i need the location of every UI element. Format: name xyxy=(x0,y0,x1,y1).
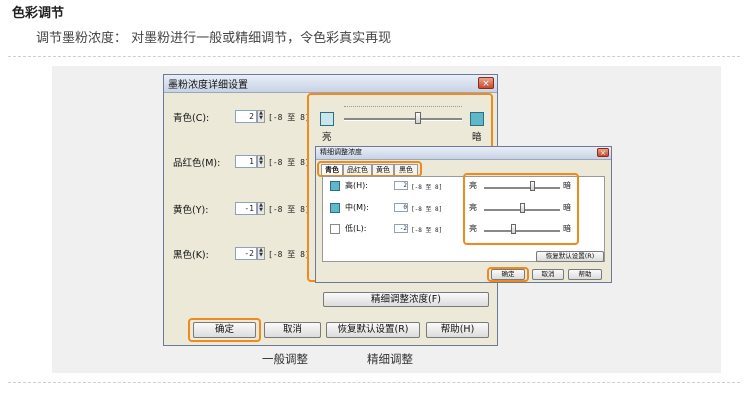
mid-label: 中(M): xyxy=(345,203,369,212)
close-button[interactable]: × xyxy=(478,77,494,89)
yellow-label: 黄色(Y): xyxy=(173,205,209,216)
high-slider-thumb[interactable] xyxy=(529,181,535,191)
fine-close-button[interactable]: × xyxy=(597,148,609,157)
section-description: 调节墨粉浓度： 对墨粉进行一般或精细调节，令色彩真实再现 xyxy=(36,31,392,46)
caption-fine: 精细调整 xyxy=(367,352,413,366)
dialog-title: 墨粉浓度详细设置 xyxy=(168,80,248,91)
magenta-spin-input[interactable]: 1 xyxy=(235,155,257,168)
tab-magenta[interactable]: 品红色 xyxy=(343,164,372,175)
low-slider-track[interactable] xyxy=(484,230,560,233)
caption-general: 一般调整 xyxy=(262,352,308,366)
spin-down-icon: ▼ xyxy=(259,115,263,121)
high-label: 高(H): xyxy=(345,181,368,190)
mid-range: [-8 至 8] xyxy=(411,206,443,213)
section-title: 色彩调节 xyxy=(12,6,65,21)
low-dark-label: 暗 xyxy=(563,224,571,233)
tab-black[interactable]: 黑色 xyxy=(394,164,418,175)
tab-yellow[interactable]: 黄色 xyxy=(372,164,394,175)
fine-dialog-title: 精细调整浓度 xyxy=(320,148,362,156)
cyan-spin-input[interactable]: 2 xyxy=(235,110,257,123)
light-label: 亮 xyxy=(322,132,332,143)
yellow-spin-input[interactable]: -1 xyxy=(235,202,257,215)
mid-light-label: 亮 xyxy=(469,203,477,212)
high-light-label: 亮 xyxy=(469,181,477,190)
spin-down-icon: ▼ xyxy=(259,207,263,213)
high-slider-track[interactable] xyxy=(484,187,560,190)
dialog-titlebar: 墨粉浓度详细设置 × xyxy=(164,75,497,93)
mid-slider-thumb[interactable] xyxy=(520,203,525,213)
help-button[interactable]: 帮助(H) xyxy=(426,322,489,338)
dark-label: 暗 xyxy=(472,132,482,143)
spin-down-icon: ▼ xyxy=(259,252,263,258)
black-range: [-8 至 8] xyxy=(268,250,310,259)
ok-button[interactable]: 确定 xyxy=(193,322,256,338)
cyan-range: [-8 至 8] xyxy=(268,113,310,122)
black-label: 黑色(K): xyxy=(173,250,209,261)
low-slider-thumb[interactable] xyxy=(510,224,516,234)
fine-help-button[interactable]: 帮助 xyxy=(568,269,602,280)
mid-color-swatch xyxy=(330,203,340,213)
low-light-label: 亮 xyxy=(469,224,477,233)
density-slider-thumb[interactable] xyxy=(414,112,421,124)
black-spin-input[interactable]: -2 xyxy=(235,247,257,260)
yellow-spin-button[interactable]: ▲ ▼ xyxy=(257,202,265,215)
light-swatch xyxy=(320,112,334,126)
fine-dialog-titlebar: 精细调整浓度 × xyxy=(316,147,611,160)
mid-spin-input[interactable]: 0 xyxy=(394,203,408,212)
tab-cyan[interactable]: 青色 xyxy=(321,164,343,175)
low-range: [-8 至 8] xyxy=(411,227,443,234)
magenta-spin-button[interactable]: ▲ ▼ xyxy=(257,155,265,168)
low-label: 低(L): xyxy=(345,224,367,233)
mid-dark-label: 暗 xyxy=(563,203,571,212)
cancel-button[interactable]: 取消 xyxy=(264,322,321,338)
fine-adjust-dialog: 精细调整浓度 × 青色 品红色 黄色 黑色 高(H): 2 [-8 至 8] 中… xyxy=(315,146,612,283)
high-spin-input[interactable]: 2 xyxy=(394,181,408,190)
divider-bottom xyxy=(8,382,740,383)
magenta-range: [-8 至 8] xyxy=(268,158,310,167)
density-slider-track[interactable] xyxy=(344,118,462,121)
cyan-spin-button[interactable]: ▲ ▼ xyxy=(257,110,265,123)
low-color-swatch xyxy=(330,224,340,234)
fine-ok-button[interactable]: 确定 xyxy=(491,269,525,280)
cyan-label: 青色(C): xyxy=(173,113,210,124)
high-color-swatch xyxy=(330,181,340,191)
high-range: [-8 至 8] xyxy=(411,184,443,191)
divider-top xyxy=(8,56,740,57)
fine-adjust-button[interactable]: 精细调整浓度(F) xyxy=(323,292,489,307)
fine-restore-defaults-button[interactable]: 恢复默认设置(R) xyxy=(536,251,604,262)
restore-defaults-button[interactable]: 恢复默认设置(R) xyxy=(326,322,420,338)
low-spin-input[interactable]: -2 xyxy=(394,224,408,233)
black-spin-button[interactable]: ▲ ▼ xyxy=(257,247,265,260)
high-dark-label: 暗 xyxy=(563,181,571,190)
dark-swatch xyxy=(470,112,484,126)
spin-down-icon: ▼ xyxy=(259,160,263,166)
slider-ticks xyxy=(344,106,462,110)
magenta-label: 品红色(M): xyxy=(173,158,221,169)
yellow-range: [-8 至 8] xyxy=(268,205,310,214)
fine-cancel-button[interactable]: 取消 xyxy=(532,269,564,280)
